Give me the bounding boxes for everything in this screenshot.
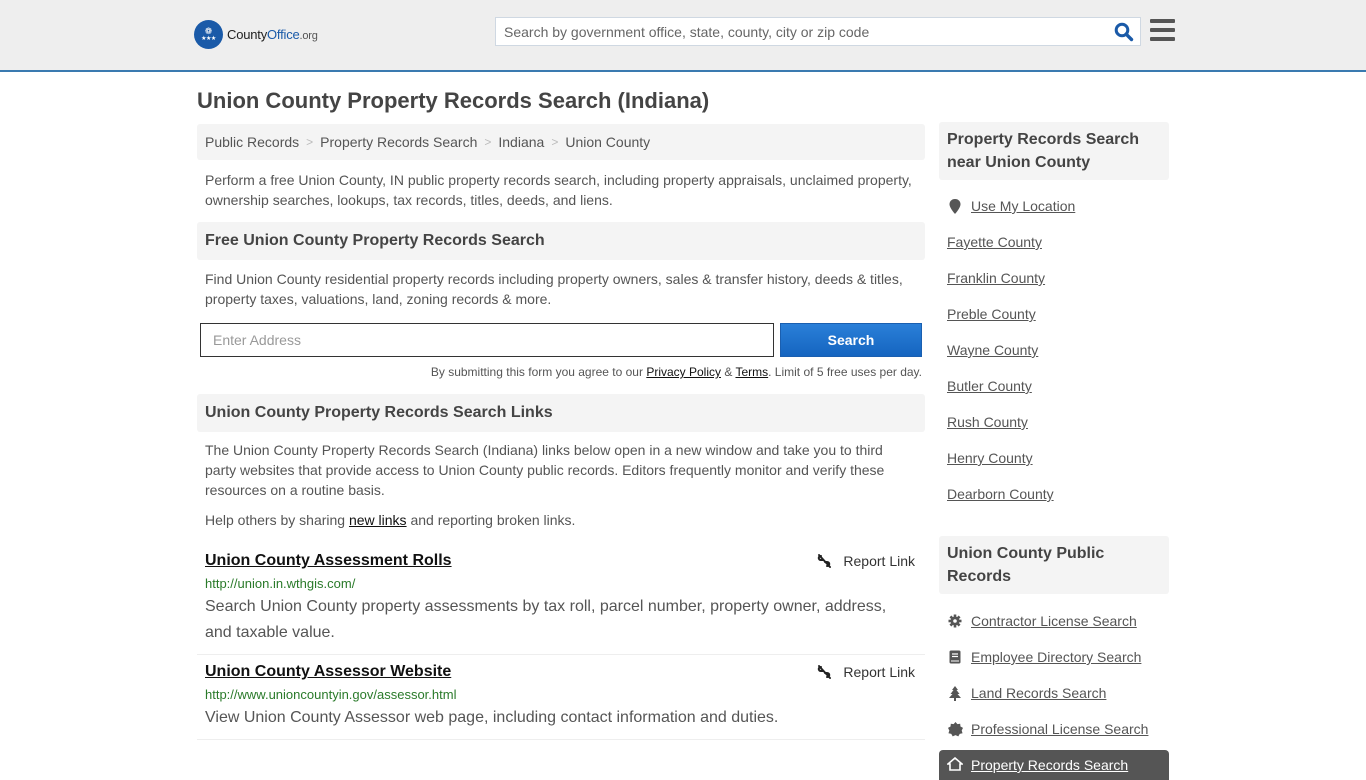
terms-notice: By submitting this form you agree to our… xyxy=(197,365,925,379)
tree-icon xyxy=(947,685,963,701)
employee-directory-search-link[interactable]: Employee Directory Search xyxy=(971,649,1141,665)
book-icon xyxy=(947,650,963,664)
broken-link-icon xyxy=(818,665,832,679)
county-link-wayne[interactable]: Wayne County xyxy=(947,342,1038,358)
link-title[interactable]: Union County Assessment Rolls xyxy=(205,550,452,572)
gear-icon xyxy=(947,614,963,628)
property-records-search-link[interactable]: Property Records Search xyxy=(971,757,1128,773)
sidebar-nearby-heading: Property Records Search near Union Count… xyxy=(939,122,1169,180)
link-description: Search Union County property assessments… xyxy=(205,598,887,641)
nearby-county-item: Butler County xyxy=(947,368,1161,404)
address-search-button[interactable]: Search xyxy=(780,323,922,357)
contractor-license-search-link[interactable]: Contractor License Search xyxy=(971,613,1137,629)
nearby-county-item: Preble County xyxy=(947,296,1161,332)
report-link-button[interactable]: Report Link xyxy=(816,664,915,680)
terms-link[interactable]: Terms xyxy=(735,365,768,379)
link-title[interactable]: Union County Assessor Website xyxy=(205,661,451,683)
report-link-label: Report Link xyxy=(843,664,915,680)
broken-link-icon xyxy=(818,554,832,568)
sidebar-public-records: Union County Public Records Contractor L… xyxy=(939,536,1169,747)
home-icon xyxy=(945,756,965,774)
site-logo[interactable]: ❁ ★★★ CountyOffice.org xyxy=(194,20,318,49)
nearby-county-item: Dearborn County xyxy=(947,476,1161,512)
public-records-list: Contractor License Search Employee Direc… xyxy=(939,603,1169,747)
county-link-dearborn[interactable]: Dearborn County xyxy=(947,486,1054,502)
link-url: http://union.in.wthgis.com/ xyxy=(205,576,356,591)
logo-text-office: Office xyxy=(267,27,300,42)
breadcrumb: Public Records > Property Records Search… xyxy=(197,124,925,160)
eagle-logo-icon: ❁ ★★★ xyxy=(194,20,223,49)
land-records-search-link[interactable]: Land Records Search xyxy=(971,685,1106,701)
public-record-item: Contractor License Search xyxy=(947,603,1161,639)
terms-amp: & xyxy=(721,365,736,379)
nearby-county-item: Henry County xyxy=(947,440,1161,476)
sidebar-nearby: Property Records Search near Union Count… xyxy=(939,122,1169,512)
report-link-button[interactable]: Report Link xyxy=(816,553,915,569)
county-link-franklin[interactable]: Franklin County xyxy=(947,270,1045,286)
use-my-location-link[interactable]: Use My Location xyxy=(971,198,1075,214)
help-prefix: Help others by sharing xyxy=(205,512,349,528)
county-link-butler[interactable]: Butler County xyxy=(947,378,1032,394)
hamburger-menu-icon[interactable] xyxy=(1150,19,1175,41)
page-title: Union County Property Records Search (In… xyxy=(197,88,710,113)
terms-suffix: . Limit of 5 free uses per day. xyxy=(768,365,922,379)
public-record-item: Land Records Search xyxy=(947,675,1161,711)
logo-text: CountyOffice.org xyxy=(227,27,318,42)
sidebar-public-records-heading: Union County Public Records xyxy=(939,536,1169,594)
nearby-county-item: Fayette County xyxy=(947,224,1161,260)
links-heading: Union County Property Records Search Lin… xyxy=(197,394,925,432)
breadcrumb-property-records-search[interactable]: Property Records Search xyxy=(320,134,477,150)
county-link-fayette[interactable]: Fayette County xyxy=(947,234,1042,250)
report-link-label: Report Link xyxy=(843,553,915,569)
new-links-link[interactable]: new links xyxy=(349,512,407,528)
free-search-description: Find Union County residential property r… xyxy=(205,271,903,307)
sidebar-active-item[interactable]: Property Records Search xyxy=(939,750,1169,780)
free-search-heading: Free Union County Property Records Searc… xyxy=(197,222,925,260)
breadcrumb-separator: > xyxy=(306,135,314,149)
address-input[interactable] xyxy=(200,323,774,357)
address-search-form: Search xyxy=(197,323,925,359)
intro-text: Perform a free Union County, IN public p… xyxy=(205,172,912,208)
site-search xyxy=(495,17,1141,46)
terms-prefix: By submitting this form you agree to our xyxy=(430,365,647,379)
nearby-county-item: Franklin County xyxy=(947,260,1161,296)
nearby-county-list: Use My Location Fayette County Franklin … xyxy=(939,188,1169,512)
help-text: Help others by sharing new links and rep… xyxy=(197,510,925,530)
county-link-henry[interactable]: Henry County xyxy=(947,450,1033,466)
link-item: Union County Assessment Rolls Report Lin… xyxy=(197,544,925,655)
main-content: Public Records > Property Records Search… xyxy=(197,124,925,740)
link-url: http://www.unioncountyin.gov/assessor.ht… xyxy=(205,687,457,702)
use-my-location-item: Use My Location xyxy=(947,188,1161,224)
map-marker-icon xyxy=(947,198,963,214)
breadcrumb-indiana[interactable]: Indiana xyxy=(498,134,544,150)
privacy-policy-link[interactable]: Privacy Policy xyxy=(646,365,721,379)
breadcrumb-separator: > xyxy=(484,135,492,149)
public-record-item: Professional License Search xyxy=(947,711,1161,747)
county-link-rush[interactable]: Rush County xyxy=(947,414,1028,430)
county-link-preble[interactable]: Preble County xyxy=(947,306,1036,322)
breadcrumb-separator: > xyxy=(551,135,559,149)
help-suffix: and reporting broken links. xyxy=(406,512,576,528)
nearby-county-item: Rush County xyxy=(947,404,1161,440)
logo-text-tld: .org xyxy=(299,30,318,42)
link-item: Union County Assessor Website Report Lin… xyxy=(197,655,925,740)
professional-license-search-link[interactable]: Professional License Search xyxy=(971,721,1148,737)
site-header: ❁ ★★★ CountyOffice.org xyxy=(0,0,1366,72)
search-icon[interactable] xyxy=(1114,22,1134,42)
breadcrumb-union-county[interactable]: Union County xyxy=(565,134,650,150)
nearby-county-item: Wayne County xyxy=(947,332,1161,368)
links-description: The Union County Property Records Search… xyxy=(205,442,885,498)
public-record-item: Employee Directory Search xyxy=(947,639,1161,675)
certificate-badge-icon xyxy=(947,721,963,737)
breadcrumb-public-records[interactable]: Public Records xyxy=(205,134,299,150)
link-description: View Union County Assessor web page, inc… xyxy=(205,709,779,726)
site-search-input[interactable] xyxy=(496,18,1106,45)
logo-text-county: County xyxy=(227,27,267,42)
